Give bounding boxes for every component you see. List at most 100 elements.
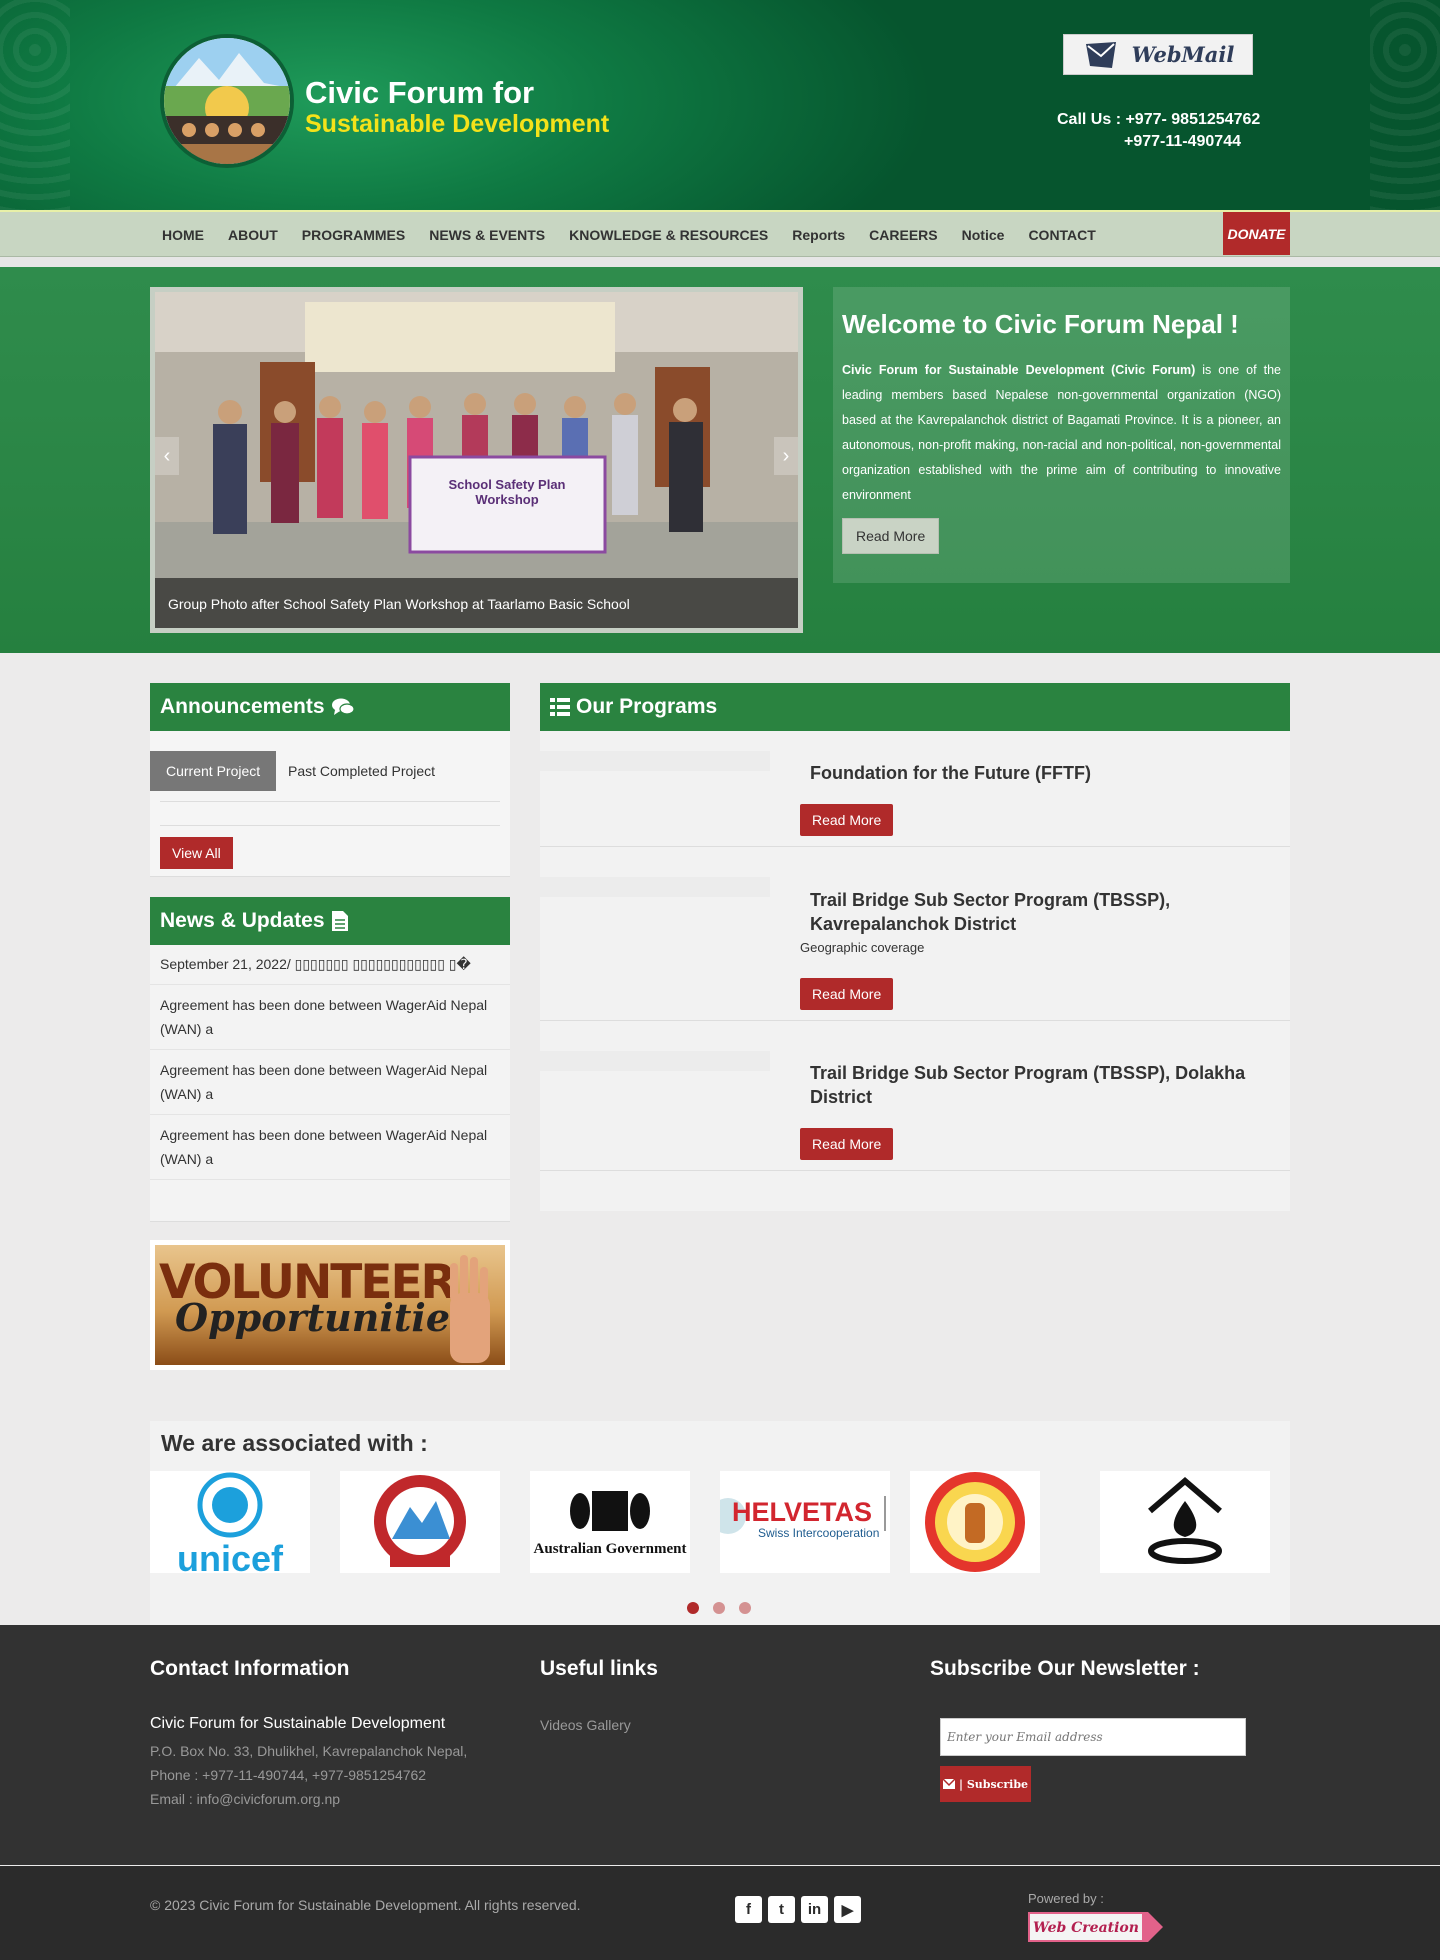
- comments-icon: [331, 698, 355, 715]
- associated-heading: We are associated with :: [161, 1430, 428, 1456]
- news-header: News & Updates: [150, 897, 510, 945]
- list-icon: [550, 698, 570, 716]
- nav-home[interactable]: HOME: [162, 227, 204, 243]
- helvetas-wordmark: HELVETAS: [732, 1497, 872, 1527]
- news-heading: News & Updates: [160, 909, 325, 932]
- web-creation-wordmark: Web Creation: [1033, 1920, 1139, 1936]
- nav-contact[interactable]: CONTACT: [1028, 227, 1095, 243]
- contact-info-heading: Contact Information: [150, 1657, 350, 1680]
- view-all-button[interactable]: View All: [160, 837, 233, 869]
- programs-header: Our Programs: [540, 683, 1290, 731]
- nav-about[interactable]: ABOUT: [228, 227, 278, 243]
- webmail-button[interactable]: WebMail: [1063, 34, 1253, 75]
- linkedin-icon[interactable]: in: [801, 1896, 828, 1923]
- slide-banner-text: School Safety Plan Workshop: [448, 477, 566, 507]
- twitter-icon[interactable]: t: [768, 1896, 795, 1923]
- program-item: Trail Bridge Sub Sector Program (TBSSP),…: [540, 1021, 1290, 1171]
- program-title[interactable]: Foundation for the Future (FFTF): [810, 761, 1280, 785]
- tab-current-project[interactable]: Current Project: [150, 751, 277, 791]
- announcements-heading: Announcements: [160, 695, 325, 718]
- program-subtitle: Geographic coverage: [800, 940, 925, 955]
- tab-past-project[interactable]: Past Completed Project: [272, 751, 451, 791]
- carousel-dot-1[interactable]: [687, 1602, 699, 1614]
- web-creation-logo[interactable]: Web Creation: [1028, 1910, 1163, 1944]
- news-date-item[interactable]: September 21, 2022/ ▯▯▯▯▯▯▯ ▯▯▯▯▯▯▯▯▯▯▯▯…: [150, 945, 510, 985]
- facebook-icon[interactable]: f: [735, 1896, 762, 1923]
- subscribe-button[interactable]: | Subscribe: [940, 1766, 1031, 1802]
- partner-logo-helvetas[interactable]: HELVETAS Swiss Intercooperation: [720, 1471, 890, 1573]
- volunteer-banner[interactable]: VOLUNTEER Opportunities: [150, 1240, 510, 1370]
- programs-heading: Our Programs: [576, 695, 718, 718]
- nav-knowledge-resources[interactable]: KNOWLEDGE & RESOURCES: [569, 227, 768, 243]
- site-logo[interactable]: [160, 34, 294, 168]
- associated-section: We are associated with : unicef Australi…: [150, 1421, 1290, 1625]
- useful-links-heading: Useful links: [540, 1657, 658, 1680]
- partner-logo-australian-government[interactable]: Australian Government: [530, 1471, 690, 1573]
- site-title-line2: Sustainable Development: [305, 110, 610, 138]
- footer-phone: Phone : +977-11-490744, +977-9851254762: [150, 1767, 427, 1783]
- partner-logo-unicef[interactable]: unicef: [150, 1471, 310, 1573]
- program-item: Foundation for the Future (FFTF) Read Mo…: [540, 731, 1290, 847]
- australian-government-wordmark: Australian Government: [534, 1541, 687, 1557]
- programs-panel: Foundation for the Future (FFTF) Read Mo…: [540, 731, 1290, 1211]
- nav-reports[interactable]: Reports: [792, 227, 845, 243]
- welcome-heading: Welcome to Civic Forum Nepal !: [842, 309, 1239, 339]
- program-read-more-button[interactable]: Read More: [800, 978, 894, 1010]
- program-thumbnail: [540, 877, 770, 897]
- site-title-line1: Civic Forum for: [305, 75, 535, 110]
- announcements-header: Announcements: [150, 683, 510, 731]
- carousel-dot-2[interactable]: [713, 1602, 725, 1614]
- carousel-dot-3[interactable]: [739, 1602, 751, 1614]
- partner-logo-province[interactable]: [910, 1471, 1040, 1573]
- opportunities-word: Opportunities: [175, 1295, 472, 1340]
- webmail-label: WebMail: [1131, 42, 1235, 67]
- welcome-box: Welcome to Civic Forum Nepal ! Civic For…: [833, 287, 1290, 583]
- news-item[interactable]: Agreement has been done between WagerAid…: [150, 1115, 510, 1180]
- link-videos-gallery[interactable]: Videos Gallery: [540, 1717, 631, 1733]
- swiss-intercooperation-wordmark: Swiss Intercooperation: [758, 1526, 879, 1540]
- program-thumbnail: [540, 751, 770, 771]
- welcome-body: is one of the leading members based Nepa…: [842, 363, 1281, 502]
- copyright-text: © 2023 Civic Forum for Sustainable Devel…: [150, 1897, 581, 1913]
- program-title[interactable]: Trail Bridge Sub Sector Program (TBSSP),…: [810, 1061, 1280, 1109]
- main-navbar: HOME ABOUT PROGRAMMES NEWS & EVENTS KNOW…: [0, 210, 1440, 257]
- image-slider[interactable]: School Safety Plan Workshop Group Photo …: [150, 287, 803, 633]
- document-icon: [331, 911, 348, 931]
- nav-programmes[interactable]: PROGRAMMES: [302, 227, 405, 243]
- welcome-org-name: Civic Forum for Sustainable Development …: [842, 363, 1196, 377]
- news-panel: September 21, 2022/ ▯▯▯▯▯▯▯ ▯▯▯▯▯▯▯▯▯▯▯▯…: [150, 945, 510, 1222]
- slide-caption: Group Photo after School Safety Plan Wor…: [168, 596, 630, 612]
- program-read-more-button[interactable]: Read More: [800, 804, 894, 836]
- subscribe-label: | Subscribe: [958, 1777, 1029, 1791]
- footer-address: P.O. Box No. 33, Dhulikhel, Kavrepalanch…: [150, 1743, 468, 1759]
- call-us-line2: +977-11-490744: [1124, 133, 1241, 150]
- raised-hand-icon: [450, 1255, 490, 1363]
- social-links: f t in ▶: [735, 1896, 861, 1923]
- program-item: Trail Bridge Sub Sector Program (TBSSP),…: [540, 847, 1290, 1021]
- announcement-divider: [160, 801, 500, 802]
- nav-news-events[interactable]: NEWS & EVENTS: [429, 227, 545, 243]
- nav-divider: [0, 257, 1440, 267]
- slider-next-arrow[interactable]: ›: [774, 437, 798, 475]
- mail-icon: [1085, 41, 1116, 68]
- announcements-panel: Current Project Past Completed Project V…: [150, 731, 510, 877]
- nav-careers[interactable]: CAREERS: [869, 227, 937, 243]
- youtube-icon[interactable]: ▶: [834, 1896, 861, 1923]
- partner-logo-nepal-government[interactable]: [340, 1471, 500, 1573]
- donate-button[interactable]: DONATE: [1223, 212, 1290, 255]
- program-title[interactable]: Trail Bridge Sub Sector Program (TBSSP),…: [810, 888, 1280, 936]
- news-item[interactable]: Agreement has been done between WagerAid…: [150, 985, 510, 1050]
- program-thumbnail: [540, 1051, 770, 1071]
- newsletter-email-input[interactable]: [940, 1718, 1246, 1756]
- envelope-icon: [942, 1779, 955, 1789]
- nav-notice[interactable]: Notice: [962, 227, 1005, 243]
- welcome-read-more-button[interactable]: Read More: [842, 518, 940, 554]
- welcome-text: Civic Forum for Sustainable Development …: [842, 358, 1281, 508]
- program-read-more-button[interactable]: Read More: [800, 1128, 894, 1160]
- partner-logo-community[interactable]: [1100, 1471, 1270, 1573]
- call-us-line1: Call Us : +977- 9851254762: [1057, 111, 1261, 128]
- newsletter-heading: Subscribe Our Newsletter :: [930, 1657, 1200, 1680]
- footer-email[interactable]: Email : info@civicforum.org.np: [150, 1791, 340, 1807]
- slider-prev-arrow[interactable]: ‹: [155, 437, 179, 475]
- news-item[interactable]: Agreement has been done between WagerAid…: [150, 1050, 510, 1115]
